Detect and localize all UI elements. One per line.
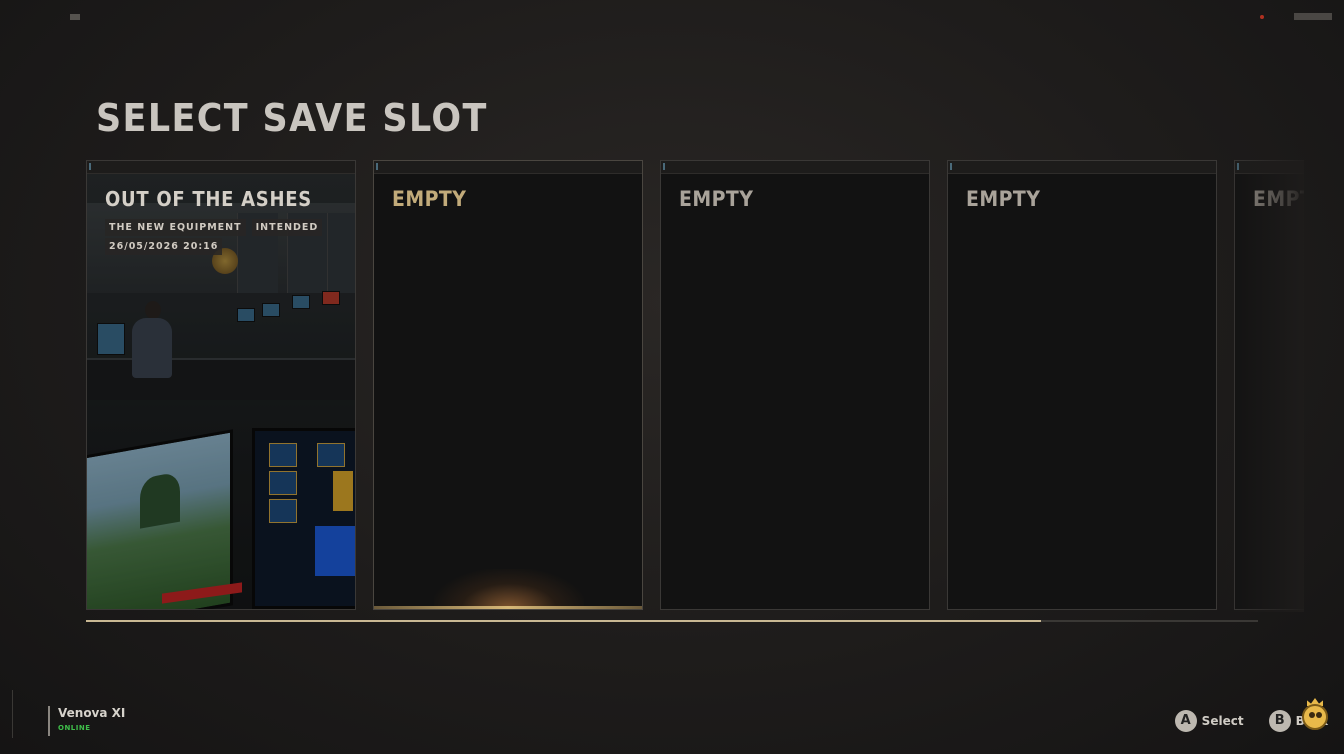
slot-title: OUT OF THE ASHES xyxy=(105,187,312,211)
mission-tag: THE NEW EQUIPMENT xyxy=(105,219,246,236)
slot-title: EMPTY xyxy=(679,187,754,211)
save-date: 26/05/2026 20:16 xyxy=(105,238,223,255)
top-hud xyxy=(0,10,1344,26)
player-name: Venova XI xyxy=(58,706,126,720)
slot-header xyxy=(948,161,1216,174)
slot-info: OUT OF THE ASHES THE NEW EQUIPMENT INTEND… xyxy=(105,187,335,255)
hud-marker-right xyxy=(1294,13,1332,20)
mascot-avatar-icon xyxy=(1300,698,1330,732)
select-prompt[interactable]: A Select xyxy=(1174,710,1244,732)
slot-header xyxy=(87,161,355,174)
a-button-icon: A xyxy=(1174,710,1197,732)
save-slot-1[interactable]: OUT OF THE ASHES THE NEW EQUIPMENT INTEND… xyxy=(86,160,356,610)
save-slot-4[interactable]: EMPTY xyxy=(947,160,1217,610)
save-slot-carousel: OUT OF THE ASHES THE NEW EQUIPMENT INTEND… xyxy=(86,160,1304,612)
hud-marker xyxy=(70,14,80,20)
page-title: SELECT SAVE SLOT xyxy=(96,96,488,140)
save-slot-3[interactable]: EMPTY xyxy=(660,160,930,610)
selection-glow xyxy=(434,569,584,609)
save-slot-2[interactable]: EMPTY xyxy=(373,160,643,610)
b-button-icon: B xyxy=(1268,710,1291,732)
slot-header xyxy=(374,161,642,174)
carousel-scrollbar[interactable] xyxy=(86,620,1258,622)
difficulty-tag: INTENDED xyxy=(251,219,323,236)
slot-title: EMPTY xyxy=(1253,187,1304,211)
corner-bracket xyxy=(12,690,21,738)
slot-header xyxy=(1235,161,1304,174)
slot-title: EMPTY xyxy=(392,187,467,211)
status-dot xyxy=(1260,15,1264,19)
slot-title: EMPTY xyxy=(966,187,1041,211)
online-status: ONLINE xyxy=(58,724,91,732)
player-profile: Venova XI ONLINE xyxy=(48,706,125,736)
select-label: Select xyxy=(1201,714,1244,728)
carousel-scroll-thumb[interactable] xyxy=(86,620,1042,622)
save-slot-5[interactable]: EMPTY xyxy=(1234,160,1304,610)
slot-header xyxy=(661,161,929,174)
